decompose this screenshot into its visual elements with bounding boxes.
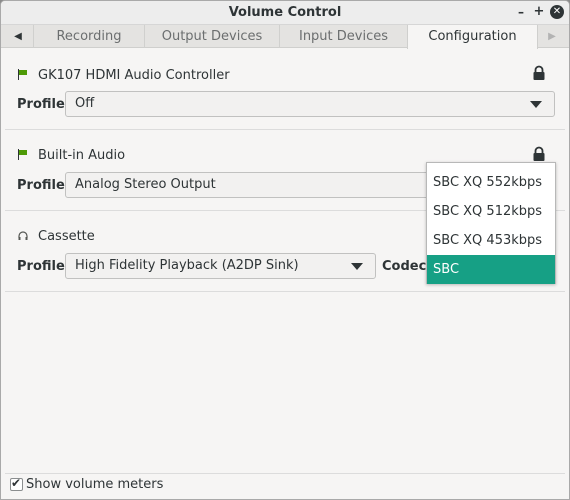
headphones-icon [18,231,28,240]
lock-icon[interactable] [531,65,547,81]
codec-option[interactable]: SBC XQ 512kbps [427,197,555,226]
lock-icon[interactable] [531,146,547,162]
divider [5,291,565,292]
sound-card-icon [17,69,29,81]
profile-label: Profile: [17,259,70,274]
profile-value: High Fidelity Playback (A2DP Sink) [75,258,299,273]
profile-label: Profile: [17,97,70,112]
tab-input-devices[interactable]: Input Devices [279,25,407,48]
codec-label: Codec: [382,259,432,274]
profile-value: Off [75,96,95,111]
window-title: Volume Control [228,5,342,20]
minimize-icon[interactable]: – [514,5,528,19]
tab-output-devices[interactable]: Output Devices [144,25,279,48]
profile-dropdown-cassette[interactable]: High Fidelity Playback (A2DP Sink) [65,253,376,279]
divider [5,473,565,474]
tab-scroll-left-icon[interactable]: ◀ [5,25,31,48]
device-name: GK107 HDMI Audio Controller [38,67,230,83]
profile-value: Analog Stereo Output [75,177,216,192]
sound-card-icon [17,149,29,161]
show-volume-meters-label: Show volume meters [26,477,164,492]
chevron-down-icon [351,263,363,270]
device-name: Cassette [38,228,95,244]
checkbox[interactable]: ✔ [10,476,23,491]
device-header-cassette: Cassette [17,228,95,244]
tab-bar: ◀ Recording Output Devices Input Devices… [1,25,569,49]
device-name: Built-in Audio [38,147,126,163]
codec-option[interactable]: SBC XQ 552kbps [427,168,555,197]
profile-dropdown-hdmi[interactable]: Off [65,91,555,117]
codec-option-selected[interactable]: SBC [427,255,555,284]
profile-label: Profile: [17,178,70,193]
device-header-builtin: Built-in Audio [17,147,125,163]
codec-dropdown-menu: SBC XQ 552kbps SBC XQ 512kbps SBC XQ 453… [426,162,556,284]
maximize-icon[interactable]: + [532,5,546,19]
checkmark-icon: ✔ [11,476,22,490]
device-header-hdmi: GK107 HDMI Audio Controller [17,67,230,83]
close-icon[interactable]: ✕ [550,5,564,19]
tab-recording[interactable]: Recording [33,25,144,48]
show-volume-meters-checkbox[interactable]: ✔ Show volume meters [10,476,164,492]
title-bar[interactable]: Volume Control – + ✕ [1,1,569,25]
tab-configuration[interactable]: Configuration [407,25,538,49]
codec-option[interactable]: SBC XQ 453kbps [427,226,555,255]
chevron-down-icon [530,101,542,108]
divider [5,129,565,130]
tab-scroll-right-icon[interactable]: ▶ [539,25,565,48]
volume-control-window: Volume Control – + ✕ ◀ Recording Output … [0,0,570,500]
